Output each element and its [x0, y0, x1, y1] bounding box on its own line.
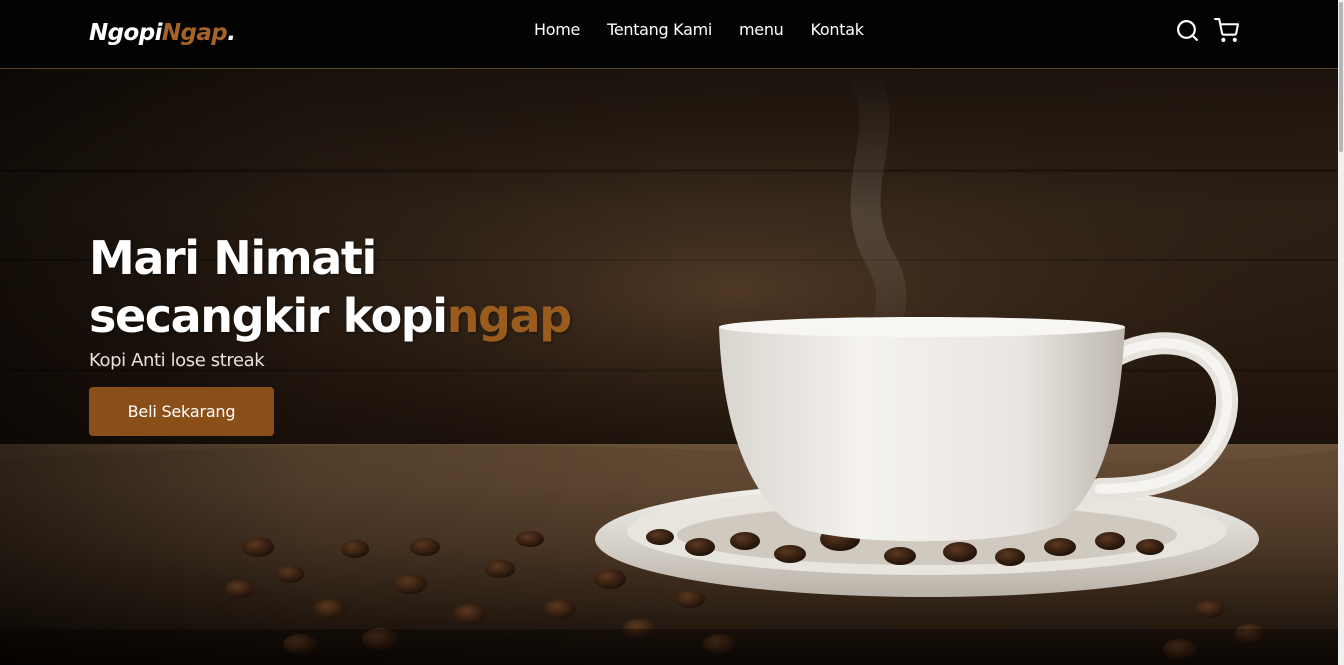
hero-title-line2-prefix: secangkir kopi	[89, 289, 448, 343]
nav-link-home[interactable]: Home	[534, 20, 580, 39]
cart-icon[interactable]	[1214, 18, 1239, 43]
brand-logo-part1: Ngopi	[89, 20, 162, 46]
nav-icons	[1175, 18, 1239, 43]
brand-logo-part2: Ngap	[161, 20, 228, 46]
hero-title-line1: Mari Nimati	[89, 231, 377, 285]
hero-title: Mari Nimati secangkir kopingap	[89, 229, 572, 345]
brand-logo[interactable]: NgopiNgap.	[89, 20, 236, 46]
nav-links: Home Tentang Kami menu Kontak	[534, 20, 864, 39]
hero-title-accent: ngap	[446, 289, 572, 343]
nav-link-kontak[interactable]: Kontak	[811, 20, 864, 39]
nav-link-tentang-kami[interactable]: Tentang Kami	[607, 20, 712, 39]
brand-logo-dot: .	[227, 20, 236, 46]
navbar: NgopiNgap. Home Tentang Kami menu Kontak	[0, 0, 1338, 69]
scrollbar-thumb[interactable]	[1339, 2, 1343, 152]
hero-content: Mari Nimati secangkir kopingap Kopi Anti…	[89, 229, 572, 436]
page-scrollbar[interactable]	[1338, 0, 1344, 665]
hero-section: Mari Nimati secangkir kopingap Kopi Anti…	[0, 69, 1338, 665]
search-icon[interactable]	[1175, 18, 1200, 43]
hero-subtitle: Kopi Anti lose streak	[89, 350, 265, 371]
nav-link-menu[interactable]: menu	[739, 20, 784, 39]
buy-now-button[interactable]: Beli Sekarang	[89, 387, 274, 436]
